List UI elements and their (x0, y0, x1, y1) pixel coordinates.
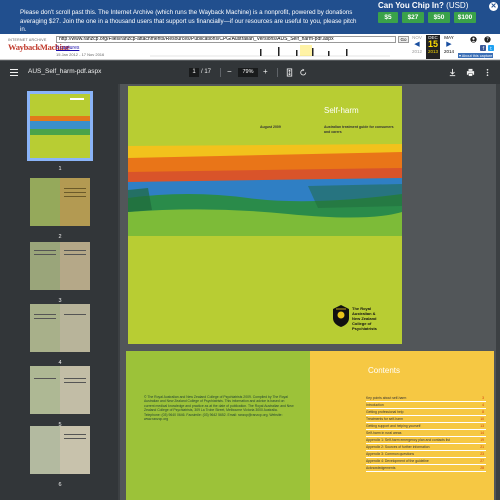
toc-item[interactable]: Treatments for self-harm 10 (366, 416, 486, 423)
thumbnail-page-1[interactable]: 1 (27, 91, 93, 172)
more-options-icon[interactable] (483, 68, 492, 77)
document-scrollbar[interactable] (496, 84, 500, 500)
currency-label: (USD) (446, 1, 469, 10)
toc-item[interactable]: Acknowledgements 28 (366, 465, 486, 472)
thumbnail-image (30, 304, 90, 352)
thumbnail-image (27, 91, 93, 161)
zoom-in-button[interactable]: + (263, 67, 268, 76)
wayback-toolbar: INTERNET ARCHIVE WaybackMachine http://w… (0, 34, 500, 60)
wayback-url-input[interactable]: http://www.ranzcp.org/Files/ranzcp-attac… (56, 36, 396, 43)
donate-27-button[interactable]: $27 (402, 12, 424, 23)
user-icon[interactable] (470, 36, 477, 43)
thumbnail-image (30, 366, 90, 414)
next-capture[interactable]: MAY ▶ 2014 (442, 35, 456, 54)
thumbnail-number: 2 (58, 234, 62, 240)
download-icon[interactable] (448, 68, 457, 77)
thumbnail-page-5[interactable]: 5 (30, 366, 90, 428)
pdf-toolbar: AUS_Self_harm-pdf.aspx 1 / 17 − 79% + (0, 61, 500, 84)
thumbnail-page-2[interactable]: 2 (30, 178, 90, 240)
zoom-level-input[interactable]: 79% (238, 68, 258, 77)
toolbar-divider (277, 68, 278, 77)
captures-link[interactable]: 6 captures (56, 45, 79, 51)
thumbnail-number: 6 (58, 482, 62, 488)
print-icon[interactable] (466, 68, 475, 77)
donation-banner: Please don't scroll past this. The Inter… (0, 0, 500, 34)
rotate-icon[interactable] (299, 68, 308, 77)
toc-item[interactable]: Introduction 4 (366, 402, 486, 409)
go-button[interactable]: Go (398, 36, 409, 43)
toc-item[interactable]: Appendix 3: Common questions 23 (366, 451, 486, 458)
menu-icon[interactable] (10, 69, 18, 76)
thumbnail-image (30, 426, 90, 474)
next-capture-arrow-icon[interactable]: ▶ (442, 40, 456, 49)
pdf-filename: AUS_Self_harm-pdf.aspx (28, 68, 102, 75)
prev-capture[interactable]: NOV ◀ 2012 (410, 35, 424, 54)
fit-page-icon[interactable] (285, 68, 294, 77)
donation-message: Please don't scroll past this. The Inter… (20, 9, 357, 33)
current-capture: DEC 15 2013 (426, 35, 440, 59)
zoom-out-button[interactable]: − (227, 67, 232, 76)
page-spread-2-3: © The Royal Australian and New Zealand C… (126, 351, 494, 500)
toc-item[interactable]: Getting professional help 8 (366, 409, 486, 416)
toc-item[interactable]: Getting support and helping yourself 13 (366, 423, 486, 430)
page-number-input[interactable]: 1 (189, 68, 199, 77)
donate-50-button[interactable]: $50 (428, 12, 450, 23)
capture-calendar: NOV ◀ 2012 DEC 15 2013 MAY ▶ 2014 (410, 34, 465, 60)
svg-text:f: f (482, 46, 484, 51)
wayback-logo[interactable]: INTERNET ARCHIVE WaybackMachine (8, 38, 70, 52)
help-icon[interactable]: ? (484, 36, 491, 43)
chip-in-title: Can You Chip In? (USD) (378, 1, 469, 10)
thumbnail-image (30, 178, 90, 226)
thumbnail-page-6[interactable]: 6 (30, 426, 90, 488)
toc-item[interactable]: Appendix 1: Self-harm emergency plan and… (366, 437, 486, 444)
donate-5-button[interactable]: $5 (378, 12, 398, 23)
contents-title: Contents (368, 366, 401, 375)
cover-subtitle: Australian treatment guide for consumers… (324, 125, 394, 134)
toc-item[interactable]: Appendix 4: Development of the guideline… (366, 458, 486, 465)
about-capture-link[interactable]: ▾ About this capture (458, 53, 494, 58)
thumbnail-page-3[interactable]: 3 (30, 242, 90, 304)
document-viewer: Self-harm August 2009 Australian treatme… (120, 84, 500, 500)
svg-text:?: ? (486, 37, 489, 43)
college-crest-icon (333, 305, 349, 327)
cover-page: Self-harm August 2009 Australian treatme… (128, 86, 402, 344)
toc-item[interactable]: Key points about self-harm 3 (366, 395, 486, 402)
donate-100-button[interactable]: $100 (454, 12, 476, 23)
facebook-icon[interactable]: f (480, 45, 486, 51)
toolbar-divider (220, 68, 221, 77)
prev-capture-arrow-icon[interactable]: ◀ (410, 40, 424, 49)
browser-page: Please don't scroll past this. The Inter… (0, 0, 500, 500)
copyright-text: © The Royal Australian and New Zealand C… (144, 395, 294, 422)
thumbnail-page-4[interactable]: 4 (30, 304, 90, 366)
close-banner-icon[interactable]: ✕ (489, 2, 498, 11)
page-total: / 17 (201, 69, 212, 75)
contents-page: Contents Key points about self-harm 3 Int… (310, 351, 494, 500)
twitter-icon[interactable]: t (488, 45, 494, 51)
capture-sparkline[interactable] (150, 45, 390, 57)
thumbnail-sidebar: 1 2 3 4 5 6 (0, 84, 120, 500)
cover-title: Self-harm (324, 106, 359, 115)
toc-item[interactable]: Self-harm in rural areas 14 (366, 430, 486, 437)
cover-date: August 2009 (260, 125, 281, 129)
thumbnail-image (30, 242, 90, 290)
donation-amounts: $5 $27 $50 $100 (378, 12, 476, 23)
table-of-contents: Key points about self-harm 3 Introduction… (366, 395, 486, 472)
college-name: The Royal Australian & New Zealand Colle… (352, 306, 377, 331)
toc-item[interactable]: Appendix 2: Sources of further informati… (366, 444, 486, 451)
capture-date-range: 15 Jan 2012 - 17 Nov 2016 (56, 52, 105, 57)
logo-main-text: WaybackMachine (8, 42, 70, 52)
thumbnail-number: 1 (58, 166, 62, 172)
copyright-page: © The Royal Australian and New Zealand C… (126, 351, 310, 500)
